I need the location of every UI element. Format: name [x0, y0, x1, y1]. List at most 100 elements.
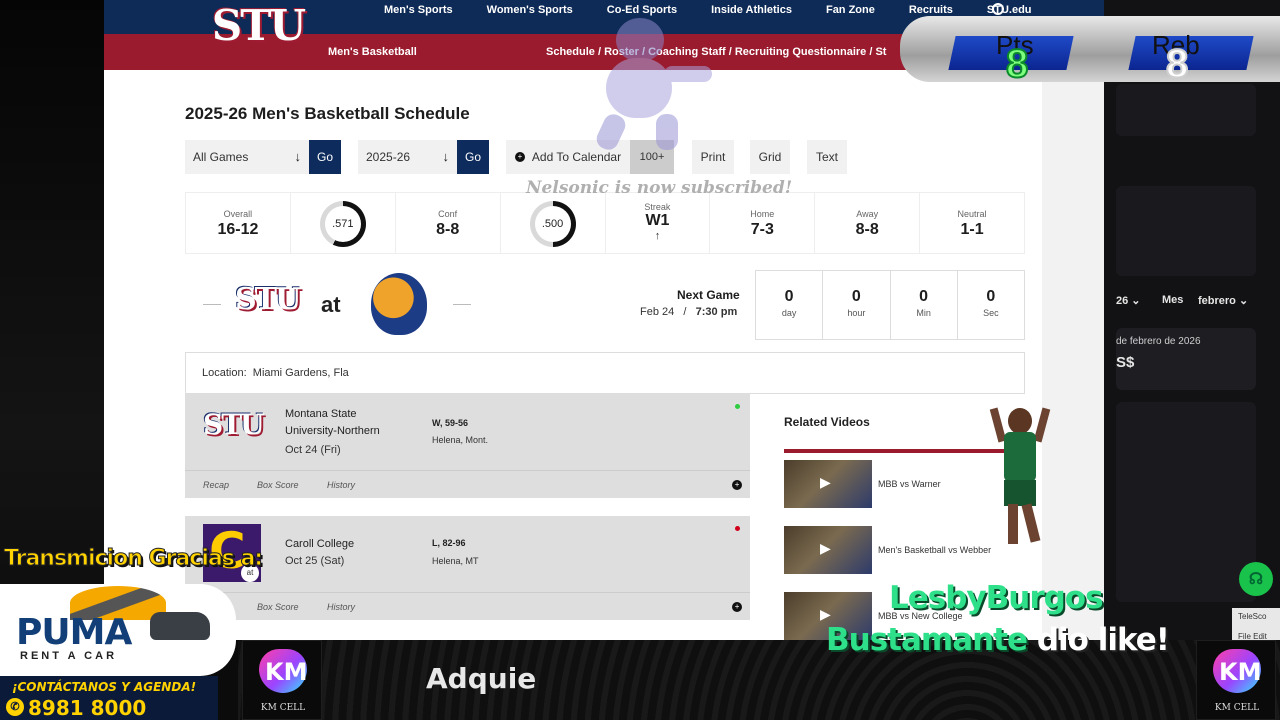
related-videos: Related Videos MBB vs Warner Men's Baske…: [784, 415, 1014, 640]
right-panel-card: [1116, 402, 1256, 602]
countdown: 0 day 0 hour 0 Min 0 Sec: [755, 270, 1025, 340]
nav-link-inside-athletics[interactable]: Inside Athletics: [711, 0, 792, 20]
km-cell-logo: KM KM CELL: [1196, 640, 1276, 720]
expand-icon[interactable]: +: [732, 602, 742, 612]
month-amount: S$: [1116, 354, 1135, 371]
away-record: Away 8-8: [815, 193, 921, 253]
astronaut-leg: [656, 114, 678, 150]
month-date: de febrero de 2026: [1116, 336, 1201, 347]
location-value: Miami Gardens, Fla: [252, 367, 349, 379]
neutral-record: Neutral 1-1: [920, 193, 1024, 253]
result-indicator-dot: [735, 526, 740, 531]
season-select[interactable]: 2025-26 ↓: [358, 140, 457, 174]
go-button[interactable]: Go: [457, 140, 489, 174]
overall-label: Overall: [223, 209, 253, 219]
game-card[interactable]: STU Montana State University-Northern Oc…: [185, 394, 750, 498]
expand-icon[interactable]: +: [732, 480, 742, 490]
away-label: Away: [856, 209, 879, 219]
countdown-number: 0: [986, 288, 996, 305]
player-shorts: [1004, 480, 1036, 506]
opponent-lion-logo[interactable]: [371, 273, 427, 335]
streak-label: Streak: [644, 202, 671, 212]
video-title[interactable]: MBB vs Warner: [878, 479, 941, 489]
game-place: Helena, MT: [432, 556, 479, 566]
sponsor-contact: ¡CONTÁCTANOS Y AGENDA! ✆ 8981 8000: [0, 676, 218, 720]
km-mark-text: KM: [265, 658, 308, 686]
go-button[interactable]: Go: [309, 140, 341, 174]
month-dropdown[interactable]: febrero ⌄: [1198, 294, 1248, 307]
game-date: Oct 24 (Fri): [285, 444, 341, 456]
nav-link-fan-zone[interactable]: Fan Zone: [826, 0, 875, 20]
logo-text: STU: [203, 408, 265, 441]
subscription-alert: Nelsonic is now subscribed!: [526, 178, 793, 198]
overall-value: 16-12: [217, 221, 259, 238]
right-panel-card: [1116, 186, 1256, 276]
km-mark-icon: KM: [259, 649, 307, 693]
astronaut-arm: [664, 66, 712, 82]
recap-link[interactable]: Recap: [203, 480, 229, 490]
separator: /: [683, 306, 687, 318]
countdown-days: 0 day: [756, 271, 824, 339]
points-value: 8: [1005, 42, 1029, 86]
countdown-seconds: 0 Sec: [958, 271, 1024, 339]
game-date: Oct 25 (Sat): [285, 555, 345, 567]
player-leg: [1008, 504, 1018, 544]
video-thumbnail[interactable]: [784, 526, 872, 574]
player-jersey: [1004, 432, 1036, 482]
sponsor-phone: 8981 8000: [28, 696, 147, 720]
nav-link-coed-sports[interactable]: Co-Ed Sports: [607, 0, 677, 20]
km-cell-logo: KM KM CELL: [242, 640, 322, 720]
month-summary-card: de febrero de 2026 S$: [1116, 328, 1256, 390]
stats-scoreboard: Pts 8 Reb 8: [900, 16, 1280, 86]
stu-logo[interactable]: STU: [196, 0, 320, 56]
grid-button[interactable]: Grid: [750, 140, 790, 174]
arrow-up-icon: ↑: [654, 230, 661, 242]
overall-record: Overall 16-12: [186, 193, 291, 253]
games-select[interactable]: All Games ↓: [185, 140, 309, 174]
telescope-window[interactable]: TeleSco File Edit: [1232, 608, 1280, 644]
neutral-value: 1-1: [960, 221, 984, 238]
km-mark-icon: KM: [1213, 649, 1261, 693]
astronaut-sticker: [582, 18, 712, 158]
next-game-time: 7:30 pm: [695, 306, 738, 318]
game-result: W, 59-56: [432, 418, 469, 428]
video-thumbnail[interactable]: [784, 460, 872, 508]
year-dropdown[interactable]: 26 ⌄: [1116, 294, 1141, 307]
game-card[interactable]: C at Caroll College Oct 25 (Sat) L, 82-9…: [185, 516, 750, 620]
right-panel-card: [1116, 84, 1256, 136]
km-mark-text: KM: [1219, 658, 1262, 686]
countdown-number: 0: [784, 288, 794, 305]
stream-frame: 26 ⌄ Mes febrero ⌄ de febrero de 2026 S$…: [0, 0, 1280, 720]
countdown-unit: Min: [916, 308, 931, 318]
headset-icon[interactable]: ☊: [1239, 562, 1273, 596]
video-title[interactable]: Men's Basketball vs Webber: [878, 545, 991, 555]
rebounds-value: 8: [1165, 42, 1189, 86]
history-link[interactable]: History: [327, 480, 355, 490]
plus-circle-icon: +: [514, 152, 525, 162]
player-arm: [1033, 407, 1051, 443]
section-title[interactable]: Men's Basketball: [328, 34, 417, 70]
text-button[interactable]: Text: [807, 140, 847, 174]
home-record: Home 7-3: [710, 193, 816, 253]
opponent-name[interactable]: Caroll College: [285, 536, 405, 553]
nav-link-mens-sports[interactable]: Men's Sports: [384, 0, 453, 20]
conf-record: Conf 8-8: [396, 193, 501, 253]
box-score-link[interactable]: Box Score: [257, 480, 299, 490]
record-summary: Overall 16-12 .571 Conf 8-8 .500 Streak …: [185, 192, 1025, 254]
home-team-logo[interactable]: STU: [235, 282, 301, 317]
box-score-link[interactable]: Box Score: [257, 602, 299, 612]
like-alert-name: Bustamante: [826, 622, 1028, 658]
related-videos-title: Related Videos: [784, 415, 870, 429]
result-indicator-dot: [735, 404, 740, 409]
countdown-unit: Sec: [983, 308, 999, 318]
game-links: Recap Box Score History +: [185, 470, 750, 498]
location-bar: Location: Miami Gardens, Fla: [185, 352, 1025, 394]
astronaut-body: [606, 58, 672, 118]
nav-link-womens-sports[interactable]: Women's Sports: [487, 0, 573, 20]
search-icon[interactable]: [992, 3, 1004, 15]
countdown-number: 0: [919, 288, 929, 305]
astronaut-leg: [593, 111, 629, 153]
opponent-name[interactable]: Montana State University-Northern: [285, 406, 405, 440]
sponsor-subtitle: RENT A CAR: [20, 650, 118, 662]
history-link[interactable]: History: [327, 602, 355, 612]
